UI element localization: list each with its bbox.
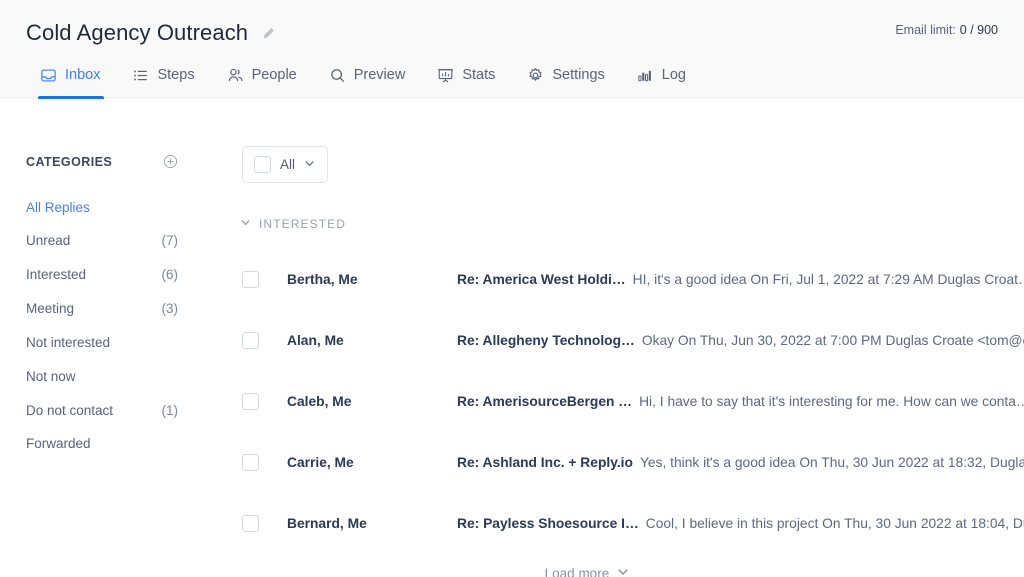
tab-settings[interactable]: Settings (511, 52, 620, 98)
bar-chart-icon (637, 67, 654, 84)
sidebar-item-label: Unread (26, 233, 71, 249)
sidebar-item-label: Forwarded (26, 436, 91, 452)
filter-row: All (232, 98, 1024, 183)
tab-inbox[interactable]: Inbox (26, 52, 116, 99)
sidebar-item-label: Meeting (26, 301, 75, 317)
sidebar-item-label: Not now (26, 368, 76, 384)
inbox-page: Cold Agency Outreach Email limit: 0 / 900… (0, 0, 1024, 577)
categories-sidebar: CATEGORIES All Replies Unread (7) Intere… (0, 98, 232, 577)
tab-stats[interactable]: Stats (421, 52, 511, 98)
tab-people-label: People (251, 67, 297, 83)
presentation-chart-icon (437, 67, 454, 84)
plus-circle-icon[interactable] (163, 154, 178, 169)
sidebar-item-do-not-contact[interactable]: Do not contact (1) (26, 394, 178, 428)
row-snippet: Re: Ashland Inc. + Reply.io Yes, think i… (457, 455, 1024, 470)
row-snippet: Re: Allegheny Technolog… Okay On Thu, Ju… (457, 333, 1024, 348)
row-checkbox[interactable] (242, 515, 259, 532)
email-limit-value: 0 / 900 (959, 23, 998, 37)
row-snippet: Re: Payless Shoesource I… Cool, I believ… (457, 516, 1024, 531)
row-preview: Yes, think it's a good idea On Thu, 30 J… (639, 455, 1024, 470)
sidebar-item-meeting[interactable]: Meeting (3) (26, 293, 178, 327)
row-sender: Bertha, Me (287, 272, 358, 287)
mail-list-panel: All INTERESTED Bertha, Me Re: America We… (232, 98, 1024, 577)
row-preview: Okay On Thu, Jun 30, 2022 at 7:00 PM Dug… (641, 333, 1024, 348)
sidebar-item-all-replies[interactable]: All Replies (26, 191, 178, 225)
tab-preview-label: Preview (353, 67, 406, 83)
sidebar-item-label: Do not contact (26, 402, 114, 418)
sidebar-item-interested[interactable]: Interested (6) (26, 259, 178, 293)
table-row[interactable]: Bertha, Me Re: America West Holdi… HI, i… (232, 249, 1024, 310)
main-nav: Inbox Steps People Preview Stats Setting… (0, 52, 1024, 99)
tab-log-label: Log (661, 67, 686, 83)
table-row[interactable]: Caleb, Me Re: AmerisourceBergen … Hi, I … (232, 371, 1024, 432)
table-row[interactable]: Bernard, Me Re: Payless Shoesource I… Co… (232, 493, 1024, 554)
people-icon (227, 67, 244, 84)
tab-stats-label: Stats (462, 67, 496, 83)
row-subject: Re: Ashland Inc. + Reply.io (457, 455, 633, 470)
categories-heading: CATEGORIES (26, 154, 113, 169)
sidebar-item-unread[interactable]: Unread (7) (26, 225, 178, 259)
sidebar-item-label: All Replies (26, 199, 90, 215)
row-subject: Re: America West Holdi… (457, 272, 626, 287)
chevron-down-icon[interactable] (240, 217, 251, 231)
row-checkbox[interactable] (242, 454, 259, 471)
list-icon (132, 67, 149, 84)
sidebar-item-count: (3) (161, 301, 179, 317)
sidebar-item-count: (6) (161, 267, 179, 283)
tab-log[interactable]: Log (621, 52, 702, 98)
row-preview: Hi, I have to say that it's interesting … (639, 394, 1024, 409)
tab-people[interactable]: People (211, 52, 313, 98)
row-checkbox[interactable] (242, 393, 259, 410)
sidebar-item-forwarded[interactable]: Forwarded (26, 428, 178, 462)
table-row[interactable]: Alan, Me Re: Allegheny Technolog… Okay O… (232, 310, 1024, 371)
categories-list: All Replies Unread (7) Interested (6) Me… (26, 191, 232, 462)
row-snippet: Re: America West Holdi… HI, it's a good … (457, 272, 1024, 287)
row-preview: Cool, I believe in this project On Thu, … (645, 516, 1024, 531)
row-sender: Alan, Me (287, 333, 344, 348)
row-subject: Re: Payless Shoesource I… (457, 516, 639, 531)
group-header-interested[interactable]: INTERESTED (232, 183, 1024, 231)
group-header-label: INTERESTED (259, 217, 347, 231)
table-row[interactable]: Carrie, Me Re: Ashland Inc. + Reply.io Y… (232, 432, 1024, 493)
select-all-dropdown[interactable]: All (242, 146, 329, 183)
chevron-down-icon (617, 566, 629, 577)
load-more-button[interactable]: Load more (232, 554, 1024, 577)
pencil-icon[interactable] (262, 27, 275, 40)
row-subject: Re: AmerisourceBergen … (457, 394, 633, 409)
tab-inbox-label: Inbox (65, 67, 101, 83)
tab-steps[interactable]: Steps (116, 52, 210, 98)
row-snippet: Re: AmerisourceBergen … Hi, I have to sa… (457, 394, 1024, 409)
tab-steps-label: Steps (157, 67, 195, 83)
inbox-icon (40, 67, 57, 84)
search-icon (329, 67, 346, 84)
sidebar-item-not-now[interactable]: Not now (26, 360, 178, 394)
select-all-label: All (280, 157, 296, 172)
row-checkbox[interactable] (242, 271, 259, 288)
gear-icon (527, 67, 544, 84)
tab-preview[interactable]: Preview (313, 52, 422, 98)
email-limit: Email limit: 0 / 900 (895, 23, 998, 37)
row-subject: Re: Allegheny Technolog… (457, 333, 635, 348)
sidebar-item-label: Interested (26, 267, 87, 283)
row-sender: Carrie, Me (287, 455, 354, 470)
chevron-down-icon[interactable] (304, 156, 315, 174)
row-checkbox[interactable] (242, 332, 259, 349)
load-more-label: Load more (544, 566, 610, 577)
email-limit-label: Email limit: (895, 23, 956, 37)
categories-header: CATEGORIES (26, 154, 178, 169)
row-sender: Bernard, Me (287, 516, 367, 531)
select-all-checkbox[interactable] (254, 156, 271, 173)
sidebar-item-count: (1) (161, 402, 179, 418)
sidebar-item-not-interested[interactable]: Not interested (26, 326, 178, 360)
row-sender: Caleb, Me (287, 394, 352, 409)
tab-settings-label: Settings (552, 67, 605, 83)
app-header: Cold Agency Outreach Email limit: 0 / 900… (0, 0, 1024, 99)
sidebar-item-label: Not interested (26, 334, 111, 350)
sidebar-item-count: (7) (161, 233, 179, 249)
row-preview: HI, it's a good idea On Fri, Jul 1, 2022… (632, 272, 1024, 287)
title-row: Cold Agency Outreach (0, 0, 1024, 52)
page-title: Cold Agency Outreach (26, 20, 249, 45)
page-body: CATEGORIES All Replies Unread (7) Intere… (0, 98, 1024, 577)
mail-list: Bertha, Me Re: America West Holdi… HI, i… (232, 249, 1024, 554)
